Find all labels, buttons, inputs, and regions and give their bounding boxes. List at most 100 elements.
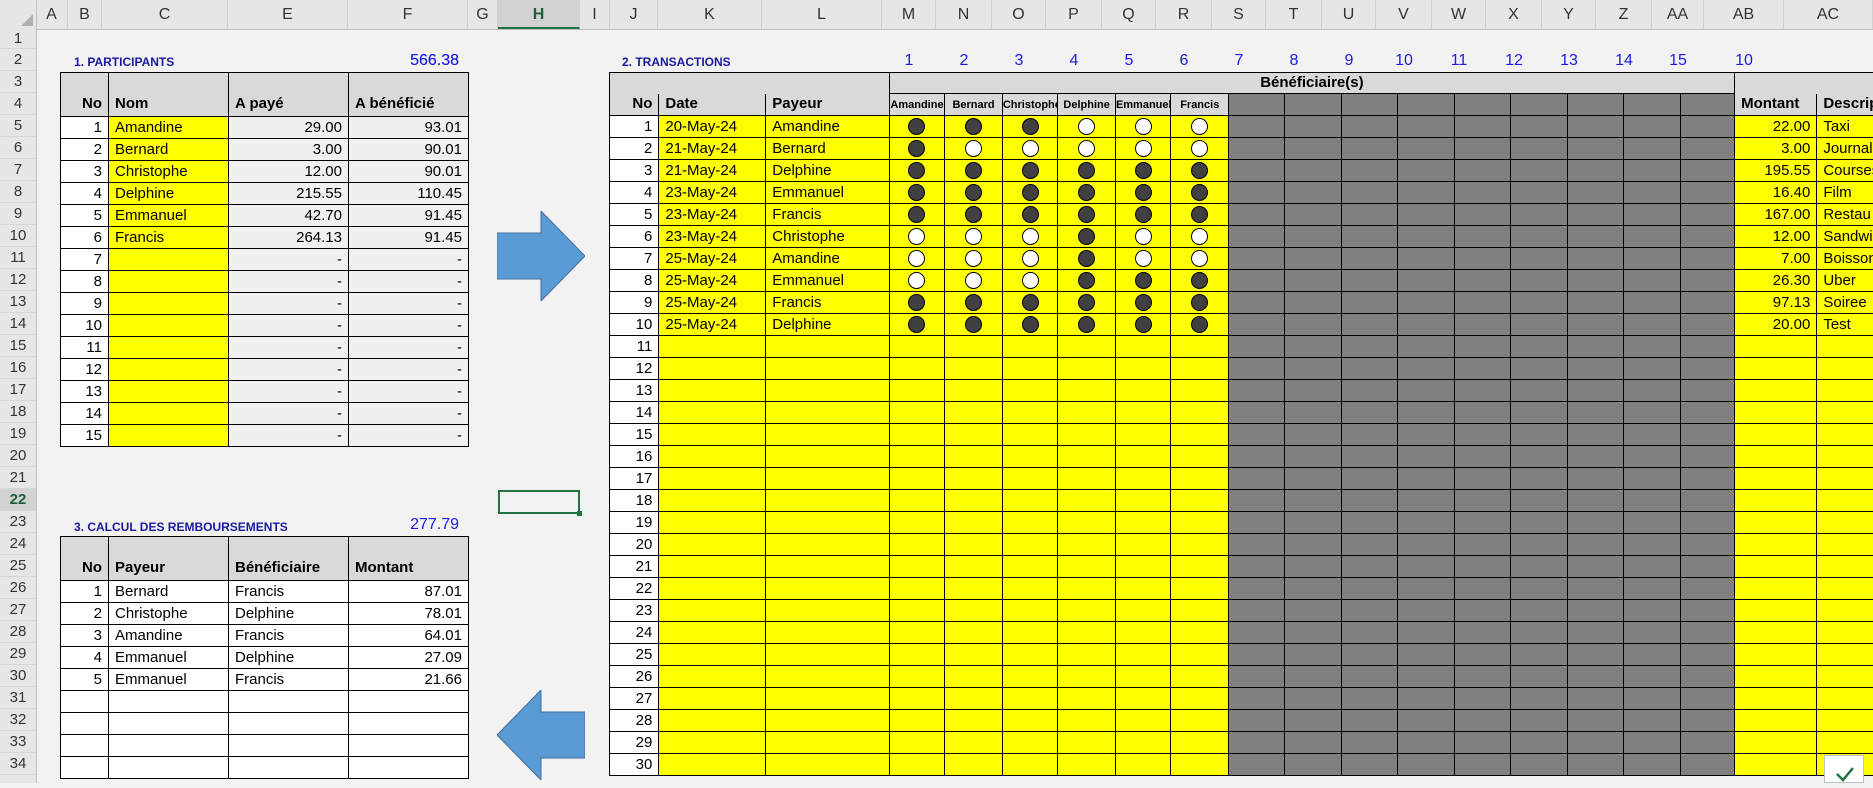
- beneficiary-toggle-cell[interactable]: [889, 666, 945, 688]
- beneficiary-toggle-cell[interactable]: [1058, 116, 1116, 138]
- beneficiary-toggle-cell[interactable]: [889, 248, 945, 270]
- beneficiary-toggle-cell[interactable]: [1115, 270, 1171, 292]
- beneficiary-column-number[interactable]: 11: [1432, 52, 1486, 70]
- checked-circle-icon[interactable]: [1191, 206, 1208, 223]
- rembourse-empty-cell[interactable]: [61, 713, 109, 735]
- checked-circle-icon[interactable]: [1078, 162, 1095, 179]
- beneficiary-toggle-cell[interactable]: [1058, 688, 1116, 710]
- unchecked-circle-icon[interactable]: [1022, 250, 1039, 267]
- beneficiary-toggle-cell[interactable]: [1115, 666, 1171, 688]
- checked-circle-icon[interactable]: [1078, 294, 1095, 311]
- row-header-23[interactable]: 23: [0, 511, 36, 533]
- beneficiary-toggle-cell[interactable]: [1115, 314, 1171, 336]
- transaction-payer-empty[interactable]: [766, 578, 889, 600]
- beneficiary-toggle-cell[interactable]: [1171, 270, 1229, 292]
- beneficiary-toggle-cell[interactable]: [1002, 380, 1058, 402]
- transaction-date-empty[interactable]: [659, 402, 766, 424]
- row-header-2[interactable]: 2: [0, 49, 36, 71]
- transaction-payer[interactable]: Emmanuel: [766, 182, 889, 204]
- transaction-description-empty[interactable]: [1817, 380, 1873, 402]
- beneficiary-toggle-cell[interactable]: [889, 446, 945, 468]
- beneficiary-toggle-cell[interactable]: [1058, 226, 1116, 248]
- row-header-15[interactable]: 15: [0, 335, 36, 357]
- beneficiary-toggle-cell[interactable]: [945, 512, 1003, 534]
- transaction-date-empty[interactable]: [659, 424, 766, 446]
- column-header-ac[interactable]: AC: [1784, 0, 1873, 29]
- beneficiary-toggle-cell[interactable]: [1002, 578, 1058, 600]
- beneficiary-toggle-cell[interactable]: [1058, 578, 1116, 600]
- beneficiary-toggle-cell[interactable]: [889, 622, 945, 644]
- beneficiary-toggle-cell[interactable]: [1171, 204, 1229, 226]
- participant-name-cell[interactable]: Francis: [109, 227, 229, 249]
- checked-circle-icon[interactable]: [908, 118, 925, 135]
- beneficiary-toggle-cell[interactable]: [889, 314, 945, 336]
- beneficiary-toggle-cell[interactable]: [889, 468, 945, 490]
- transaction-description-empty[interactable]: [1817, 622, 1873, 644]
- beneficiary-toggle-cell[interactable]: [1058, 424, 1116, 446]
- transaction-amount[interactable]: 22.00: [1735, 116, 1817, 138]
- beneficiary-toggle-cell[interactable]: [1171, 468, 1229, 490]
- rembourse-total[interactable]: 277.79: [349, 516, 459, 534]
- beneficiary-toggle-cell[interactable]: [889, 358, 945, 380]
- transaction-payer[interactable]: Amandine: [766, 248, 889, 270]
- beneficiary-toggle-cell[interactable]: [889, 182, 945, 204]
- unchecked-circle-icon[interactable]: [908, 228, 925, 245]
- beneficiary-toggle-cell[interactable]: [1115, 754, 1171, 776]
- column-header-u[interactable]: U: [1322, 0, 1376, 29]
- beneficiary-toggle-cell[interactable]: [1002, 556, 1058, 578]
- rembourse-empty-cell[interactable]: [109, 691, 229, 713]
- row-header-3[interactable]: 3: [0, 71, 36, 93]
- transaction-description-empty[interactable]: [1817, 600, 1873, 622]
- beneficiary-toggle-cell[interactable]: [945, 160, 1003, 182]
- beneficiary-toggle-cell[interactable]: [1115, 402, 1171, 424]
- transaction-description-empty[interactable]: [1817, 688, 1873, 710]
- beneficiary-column-number[interactable]: 2: [936, 52, 992, 70]
- transaction-date-empty[interactable]: [659, 534, 766, 556]
- transaction-date-empty[interactable]: [659, 380, 766, 402]
- transaction-date[interactable]: 23-May-24: [659, 182, 766, 204]
- beneficiary-column-number[interactable]: 12: [1486, 52, 1542, 70]
- transaction-amount[interactable]: 3.00: [1735, 138, 1817, 160]
- transaction-amount[interactable]: 7.00: [1735, 248, 1817, 270]
- beneficiary-toggle-cell[interactable]: [1171, 380, 1229, 402]
- beneficiary-toggle-cell[interactable]: [1058, 160, 1116, 182]
- beneficiary-toggle-cell[interactable]: [1171, 292, 1229, 314]
- transaction-amount[interactable]: 167.00: [1735, 204, 1817, 226]
- rembourse-empty-cell[interactable]: [61, 691, 109, 713]
- beneficiary-toggle-cell[interactable]: [1171, 358, 1229, 380]
- transaction-date[interactable]: 21-May-24: [659, 138, 766, 160]
- participant-name-cell[interactable]: Christophe: [109, 161, 229, 183]
- beneficiary-toggle-cell[interactable]: [889, 380, 945, 402]
- transaction-date-empty[interactable]: [659, 336, 766, 358]
- checked-circle-icon[interactable]: [965, 206, 982, 223]
- beneficiary-column-number[interactable]: 5: [1102, 52, 1156, 70]
- beneficiary-toggle-cell[interactable]: [1171, 644, 1229, 666]
- beneficiary-toggle-cell[interactable]: [1171, 578, 1229, 600]
- beneficiary-toggle-cell[interactable]: [1115, 336, 1171, 358]
- transaction-payer-empty[interactable]: [766, 402, 889, 424]
- beneficiary-toggle-cell[interactable]: [1171, 732, 1229, 754]
- row-header-6[interactable]: 6: [0, 137, 36, 159]
- checked-circle-icon[interactable]: [1191, 184, 1208, 201]
- transaction-payer-empty[interactable]: [766, 644, 889, 666]
- beneficiary-toggle-cell[interactable]: [1058, 556, 1116, 578]
- checked-circle-icon[interactable]: [1022, 294, 1039, 311]
- checked-circle-icon[interactable]: [1191, 162, 1208, 179]
- transaction-amount-empty[interactable]: [1735, 578, 1817, 600]
- column-header-e[interactable]: E: [228, 0, 348, 29]
- row-header-30[interactable]: 30: [0, 665, 36, 687]
- beneficiary-toggle-cell[interactable]: [1058, 380, 1116, 402]
- beneficiary-column-number[interactable]: 6: [1156, 52, 1212, 70]
- beneficiary-column-number[interactable]: 10: [1376, 52, 1432, 70]
- beneficiary-toggle-cell[interactable]: [1171, 116, 1229, 138]
- transaction-amount-empty[interactable]: [1735, 446, 1817, 468]
- beneficiary-toggle-cell[interactable]: [1002, 204, 1058, 226]
- beneficiary-toggle-cell[interactable]: [945, 666, 1003, 688]
- transaction-payer-empty[interactable]: [766, 732, 889, 754]
- transaction-description-empty[interactable]: [1817, 534, 1873, 556]
- beneficiary-toggle-cell[interactable]: [945, 402, 1003, 424]
- beneficiary-toggle-cell[interactable]: [945, 688, 1003, 710]
- rembourse-empty-cell[interactable]: [229, 713, 349, 735]
- beneficiary-toggle-cell[interactable]: [945, 534, 1003, 556]
- beneficiary-toggle-cell[interactable]: [1002, 424, 1058, 446]
